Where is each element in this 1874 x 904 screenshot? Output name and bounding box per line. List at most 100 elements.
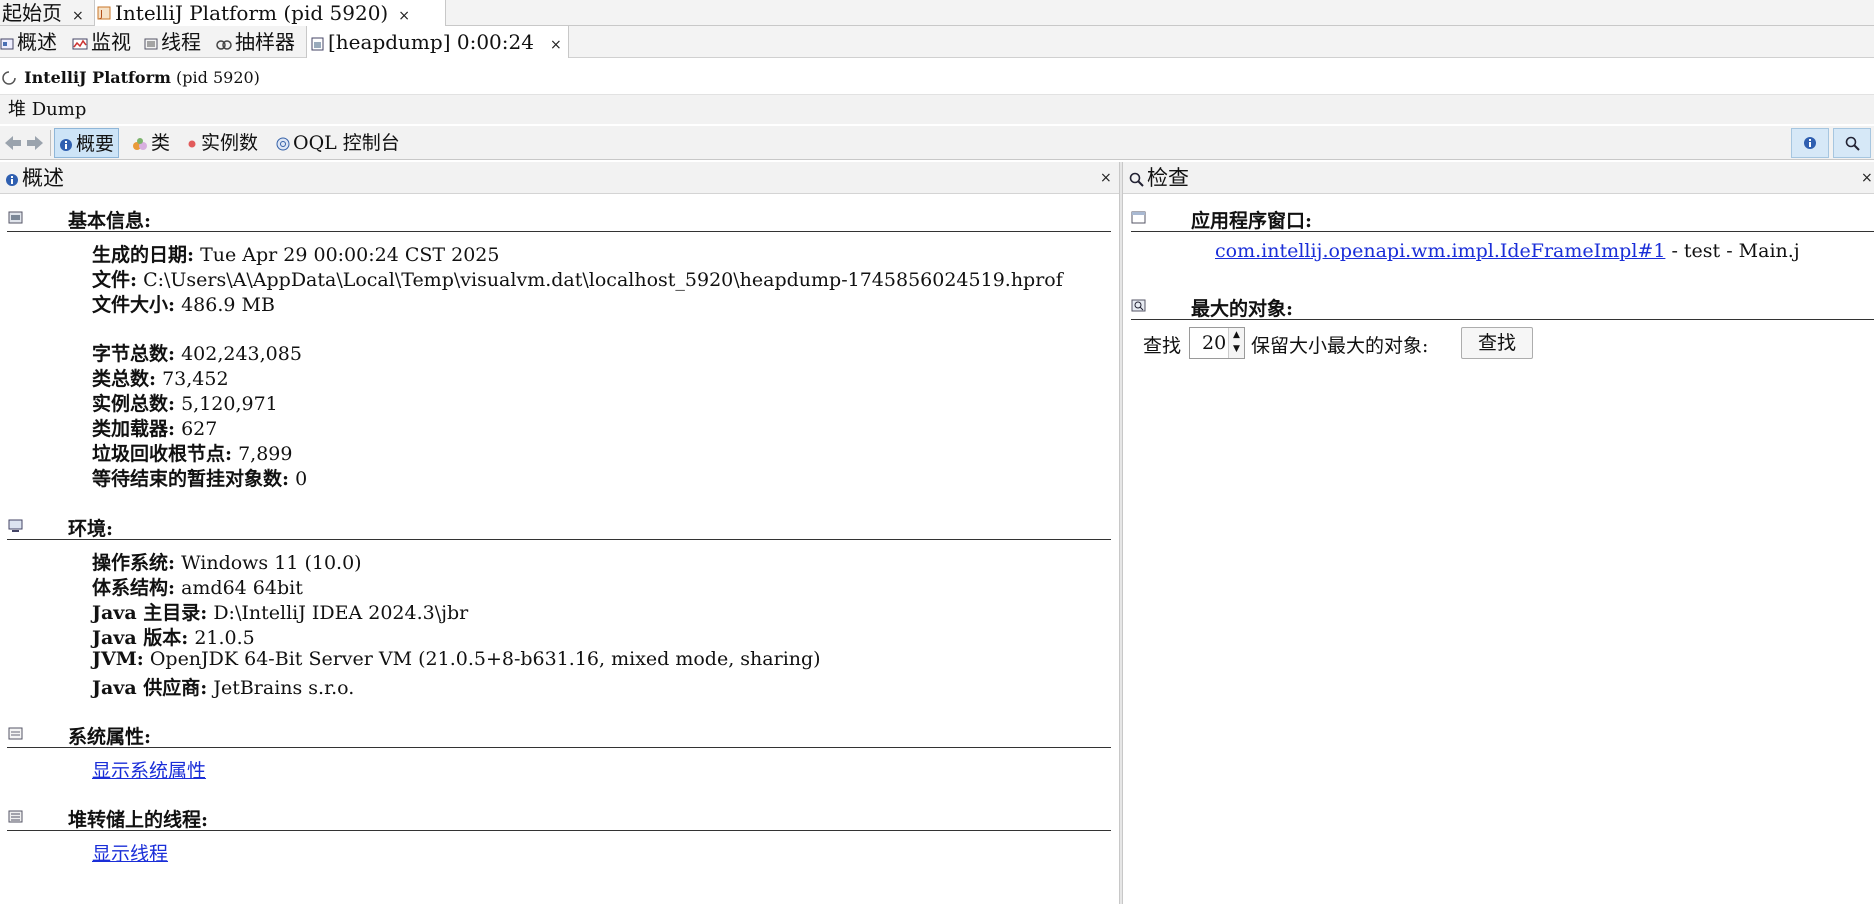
tab-start-page[interactable]: 起始页 ×: [0, 0, 92, 26]
stat-row-total-classes: 类总数: 73,452: [92, 364, 229, 391]
section-divider: [7, 231, 1111, 232]
close-icon[interactable]: ×: [550, 37, 562, 53]
oql-icon: [276, 137, 290, 151]
close-icon[interactable]: ×: [398, 8, 410, 24]
show-details-toggle[interactable]: [1791, 128, 1829, 158]
toolbar-label: OQL 控制台: [293, 132, 400, 154]
tab-label: 抽样器: [235, 30, 295, 54]
environment-section-icon: [8, 519, 23, 532]
view-oql-console-button[interactable]: OQL 控制台: [272, 128, 404, 158]
heap-view-toolbar: 概要 类 实例数 OQL 控制台: [0, 126, 1874, 160]
spinner-arrows[interactable]: ▲ ▼: [1228, 328, 1244, 358]
object-count-value: 20: [1202, 332, 1227, 354]
row-value: 486.9 MB: [181, 294, 275, 316]
retained-size-label: 保留大小最大的对象:: [1251, 335, 1429, 357]
classes-icon: [133, 138, 147, 150]
tab-label: IntelliJ Platform (pid 5920): [115, 1, 389, 25]
spinner-down-icon[interactable]: ▼: [1229, 342, 1244, 356]
section-divider: [1131, 231, 1874, 232]
svg-text:J: J: [99, 9, 103, 20]
tab-intellij-platform[interactable]: J IntelliJ Platform (pid 5920) ×: [94, 0, 446, 26]
find-button[interactable]: 查找: [1461, 327, 1533, 359]
row-label: 垃圾回收根节点:: [92, 443, 233, 465]
row-value: 7,899: [238, 443, 293, 465]
row-label: 字节总数:: [92, 343, 176, 365]
stat-row-pending-finalization: 等待结束的暂挂对象数: 0: [92, 464, 307, 491]
back-arrow-icon[interactable]: [4, 135, 22, 151]
view-classes-button[interactable]: 类: [128, 128, 174, 158]
close-icon[interactable]: ×: [1100, 162, 1112, 194]
section-divider: [7, 539, 1111, 540]
info-icon: [6, 174, 18, 186]
tab-overview[interactable]: 概述: [0, 26, 57, 58]
row-label: 文件:: [92, 269, 138, 291]
view-instances-button[interactable]: 实例数: [182, 128, 262, 158]
tab-threads[interactable]: 线程: [144, 26, 201, 58]
toolbar-separator: [50, 130, 51, 156]
tab-sampler[interactable]: 抽样器: [216, 26, 295, 58]
tab-monitor[interactable]: 监视: [72, 26, 131, 58]
stat-row-classloaders: 类加载器: 627: [92, 414, 217, 441]
row-label: 类加载器:: [92, 418, 176, 440]
panel-title: 概述: [22, 166, 64, 190]
toolbar-label: 概要: [76, 133, 115, 155]
row-value: 73,452: [162, 368, 229, 390]
view-summary-button[interactable]: 概要: [54, 128, 120, 158]
close-icon[interactable]: ×: [72, 8, 84, 24]
env-row-jvm: JVM: OpenJDK 64-Bit Server VM (21.0.5+8-…: [92, 648, 821, 670]
application-view-tabs: 概述 监视 线程 抽样器 [heapdump] 0:00:24 ×: [0, 26, 1874, 58]
row-value: 0: [295, 468, 308, 490]
info-row-file: 文件: C:\Users\A\AppData\Local\Temp\visual…: [92, 265, 1063, 292]
threads-icon: [144, 38, 158, 50]
section-divider: [1131, 319, 1874, 320]
panel-title: 检查: [1147, 166, 1189, 190]
tab-label: 起始页: [2, 1, 62, 25]
process-header: IntelliJ Platform (pid 5920): [0, 66, 260, 90]
tab-heapdump[interactable]: [heapdump] 0:00:24 ×: [306, 26, 569, 58]
section-divider: [7, 830, 1111, 831]
biggest-objects-title: 最大的对象:: [1191, 298, 1294, 320]
loading-spinner-icon: [2, 71, 16, 85]
info-icon: [1804, 137, 1816, 149]
toolbar-label: 类: [151, 132, 171, 154]
java-app-icon: J: [97, 6, 111, 20]
process-name: IntelliJ Platform: [24, 68, 171, 87]
search-icon: [1845, 136, 1860, 151]
row-value: C:\Users\A\AppData\Local\Temp\visualvm.d…: [143, 269, 1063, 291]
row-label: Java 版本:: [92, 627, 189, 649]
section-divider: [7, 747, 1111, 748]
tab-label: 概述: [17, 30, 57, 54]
row-label: 类总数:: [92, 368, 157, 390]
ide-frame-link[interactable]: com.intellij.openapi.wm.impl.IdeFrameImp…: [1215, 240, 1665, 262]
row-label: JVM:: [92, 648, 144, 670]
env-row-arch: 体系结构: amd64 64bit: [92, 573, 303, 600]
show-system-properties-link[interactable]: 显示系统属性: [92, 756, 206, 783]
split-pane-divider[interactable]: [1119, 162, 1123, 904]
overview-icon: [0, 38, 14, 50]
stat-row-total-bytes: 字节总数: 402,243,085: [92, 339, 302, 366]
forward-arrow-icon[interactable]: [26, 135, 44, 151]
row-value: Windows 11 (10.0): [181, 552, 362, 574]
row-value: Tue Apr 29 00:00:24 CST 2025: [200, 244, 500, 266]
row-value: JetBrains s.r.o.: [213, 677, 355, 699]
app-window-row: com.intellij.openapi.wm.impl.IdeFrameImp…: [1215, 240, 1800, 262]
show-threads-link[interactable]: 显示线程: [92, 839, 168, 866]
stat-row-total-instances: 实例总数: 5,120,971: [92, 389, 278, 416]
show-inspect-toggle[interactable]: [1833, 128, 1871, 158]
row-label: Java 供应商:: [92, 677, 208, 699]
search-icon: [1129, 172, 1144, 187]
row-label: 实例总数:: [92, 393, 176, 415]
biggest-objects-section-icon: [1131, 299, 1146, 312]
toolbar-label: 实例数: [201, 132, 259, 154]
spinner-up-icon[interactable]: ▲: [1229, 328, 1244, 342]
row-value: 21.0.5: [194, 627, 255, 649]
row-value: D:\IntelliJ IDEA 2024.3\jbr: [213, 602, 469, 624]
monitor-chart-icon: [72, 38, 88, 50]
row-value: amd64 64bit: [181, 577, 303, 599]
summary-panel-header: 概述 ×: [0, 162, 1119, 194]
object-count-spinner[interactable]: 20 ▲ ▼: [1189, 327, 1245, 359]
row-value: 402,243,085: [181, 343, 302, 365]
row-value: OpenJDK 64-Bit Server VM (21.0.5+8-b631.…: [149, 648, 821, 670]
env-row-java-vendor: Java 供应商: JetBrains s.r.o.: [92, 673, 354, 700]
close-icon[interactable]: ×: [1861, 162, 1873, 194]
